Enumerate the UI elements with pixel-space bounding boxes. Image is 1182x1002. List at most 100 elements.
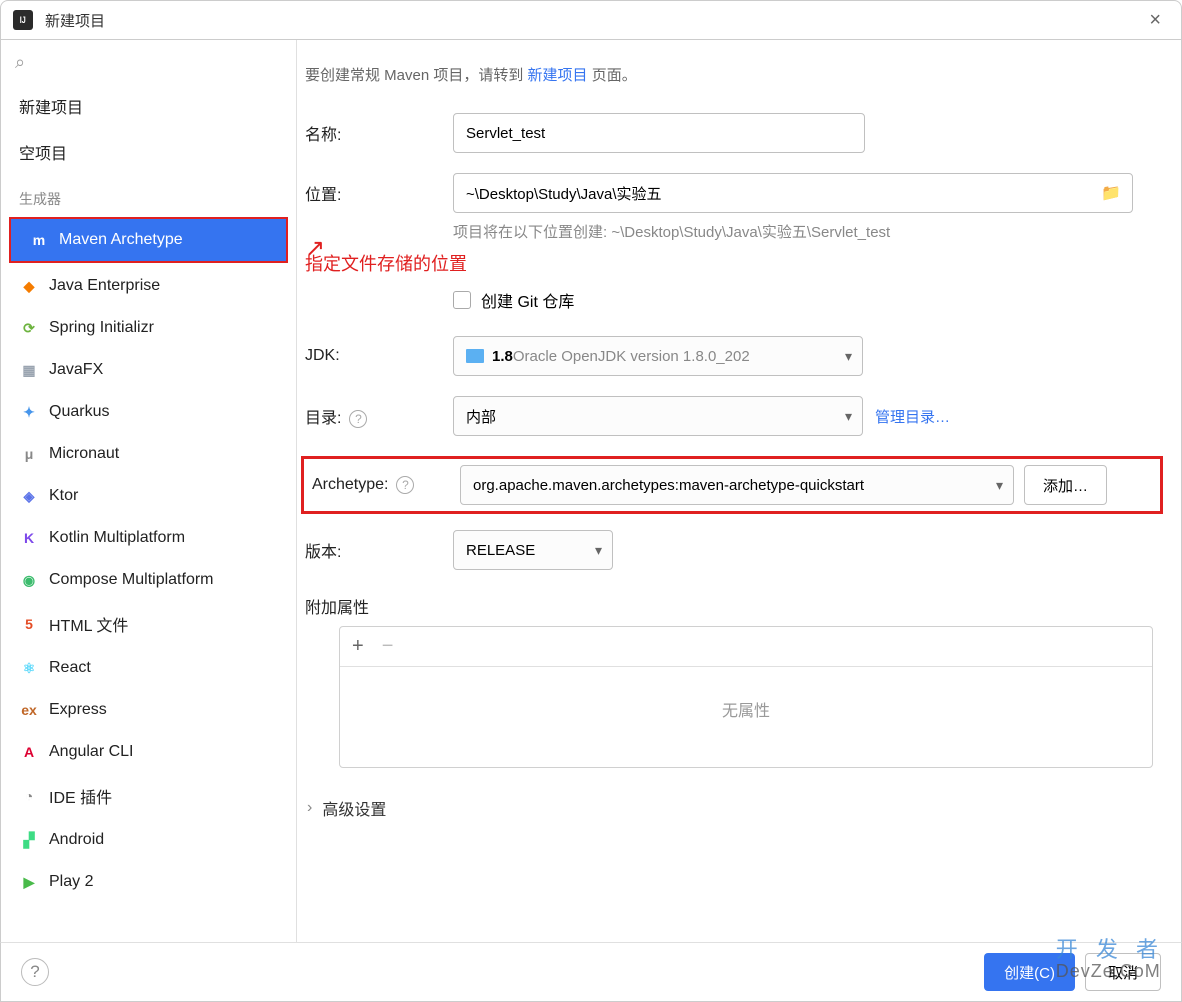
express-icon: ex — [19, 700, 39, 720]
location-hint: 项目将在以下位置创建: ~\Desktop\Study\Java\实验五\Ser… — [453, 221, 1167, 242]
sidebar-generator-compose-multiplatform[interactable]: ◉ Compose Multiplatform — [1, 559, 296, 601]
jdk-version: 1.8 — [492, 348, 513, 365]
label-version: 版本: — [305, 538, 453, 562]
cancel-button[interactable]: 取消 — [1085, 953, 1161, 991]
micronaut-icon: μ — [19, 444, 39, 464]
generator-label: Android — [49, 831, 104, 849]
manage-catalog-link[interactable]: 管理目录… — [875, 406, 950, 427]
sidebar-generator-react[interactable]: ⚛ React — [1, 647, 296, 689]
section-attrs: 附加属性 — [305, 594, 1167, 618]
sidebar-generator-javafx[interactable]: ▦ JavaFX — [1, 349, 296, 391]
compose-multiplatform-icon: ◉ — [19, 570, 39, 590]
ktor-icon: ◈ — [19, 486, 39, 506]
generator-label: HTML 文件 — [49, 612, 128, 636]
sidebar-generator-ide-插件[interactable]: ◔ IDE 插件 — [1, 773, 296, 819]
version-dropdown[interactable]: RELEASE — [453, 530, 613, 570]
sidebar: ⌕ 新建项目 空项目 生成器 mMaven Archetype◆Java Ent… — [1, 40, 297, 960]
annotation-location: ↗ 指定文件存储的位置 — [305, 250, 1167, 276]
generator-label: Spring Initializr — [49, 319, 154, 337]
catalog-dropdown[interactable]: 内部 — [453, 396, 863, 436]
generator-label: Ktor — [49, 487, 78, 505]
window-title: 新建项目 — [45, 10, 105, 31]
search-icon: ⌕ — [15, 52, 25, 72]
annotation-text: 指定文件存储的位置 — [305, 254, 467, 274]
sidebar-generator-express[interactable]: ex Express — [1, 689, 296, 731]
add-attr-icon[interactable]: + — [352, 635, 364, 658]
remove-attr-icon[interactable]: − — [382, 635, 394, 658]
create-button[interactable]: 创建(C) — [984, 953, 1075, 991]
main-panel: 要创建常规 Maven 项目，请转到 新建项目 页面。 名称: 位置: 📁 项目… — [297, 40, 1181, 960]
generator-label: Express — [49, 701, 107, 719]
intro-text: 要创建常规 Maven 项目，请转到 新建项目 页面。 — [305, 64, 1167, 85]
sidebar-empty-project[interactable]: 空项目 — [1, 129, 296, 175]
archetype-dropdown[interactable]: org.apache.maven.archetypes:maven-archet… — [460, 465, 1014, 505]
generator-label: JavaFX — [49, 361, 103, 379]
java-enterprise-icon: ◆ — [19, 276, 39, 296]
archetype-highlight: Archetype:? org.apache.maven.archetypes:… — [301, 456, 1163, 514]
label-jdk: JDK: — [305, 347, 453, 365]
kotlin-multiplatform-icon: K — [19, 528, 39, 548]
play-2-icon: ▶ — [19, 872, 39, 892]
git-checkbox[interactable] — [453, 291, 471, 309]
location-input[interactable] — [453, 173, 1133, 213]
jdk-folder-icon — [466, 349, 484, 363]
label-archetype: Archetype:? — [312, 476, 460, 494]
label-name: 名称: — [305, 121, 453, 145]
name-input[interactable] — [453, 113, 865, 153]
sidebar-generator-spring-initializr[interactable]: ⟳ Spring Initializr — [1, 307, 296, 349]
add-archetype-button[interactable]: 添加… — [1024, 465, 1107, 505]
chevron-right-icon: › — [307, 799, 312, 817]
folder-icon[interactable]: 📁 — [1101, 183, 1121, 203]
generator-label: Compose Multiplatform — [49, 571, 214, 589]
close-icon[interactable]: × — [1141, 9, 1169, 32]
footer: ? 创建(C) 取消 — [0, 942, 1182, 1002]
sidebar-generator-play-2[interactable]: ▶ Play 2 — [1, 861, 296, 903]
sidebar-generator-java-enterprise[interactable]: ◆ Java Enterprise — [1, 265, 296, 307]
label-catalog: 目录:? — [305, 404, 453, 428]
label-location: 位置: — [305, 181, 453, 205]
generator-label: Kotlin Multiplatform — [49, 529, 185, 547]
attrs-box: + − 无属性 — [339, 626, 1153, 768]
spring-initializr-icon: ⟳ — [19, 318, 39, 338]
html-文件-icon: 5 — [19, 614, 39, 634]
search-row[interactable]: ⌕ — [1, 40, 296, 83]
attrs-empty: 无属性 — [340, 667, 1152, 767]
ide-插件-icon: ◔ — [19, 786, 39, 806]
advanced-settings[interactable]: › 高级设置 — [307, 796, 1167, 820]
sidebar-generator-ktor[interactable]: ◈ Ktor — [1, 475, 296, 517]
sidebar-generator-angular-cli[interactable]: AAngular CLI — [1, 731, 296, 773]
generator-label: Micronaut — [49, 445, 119, 463]
generator-label: Java Enterprise — [49, 277, 160, 295]
intro-link[interactable]: 新建项目 — [528, 67, 588, 84]
advanced-label: 高级设置 — [322, 796, 386, 820]
maven-archetype-icon: m — [29, 230, 49, 250]
sidebar-generator-kotlin-multiplatform[interactable]: K Kotlin Multiplatform — [1, 517, 296, 559]
generator-label: Play 2 — [49, 873, 93, 891]
generator-label: Angular CLI — [49, 743, 134, 761]
help-button[interactable]: ? — [21, 958, 49, 986]
sidebar-generator-quarkus[interactable]: ✦ Quarkus — [1, 391, 296, 433]
jdk-dropdown[interactable]: 1.8 Oracle OpenJDK version 1.8.0_202 — [453, 336, 863, 376]
generator-label: Maven Archetype — [59, 231, 183, 249]
javafx-icon: ▦ — [19, 360, 39, 380]
android-icon: ▞ — [19, 830, 39, 850]
titlebar: 新建项目 × — [0, 0, 1182, 40]
intro-prefix: 要创建常规 Maven 项目，请转到 — [305, 67, 528, 84]
annotation-arrow-icon: ↗ — [305, 234, 325, 263]
quarkus-icon: ✦ — [19, 402, 39, 422]
generator-label: React — [49, 659, 91, 677]
sidebar-generator-android[interactable]: ▞ Android — [1, 819, 296, 861]
help-icon[interactable]: ? — [349, 410, 367, 428]
sidebar-new-project[interactable]: 新建项目 — [1, 83, 296, 129]
help-icon[interactable]: ? — [396, 476, 414, 494]
jdk-detail: Oracle OpenJDK version 1.8.0_202 — [513, 348, 750, 365]
sidebar-generator-micronaut[interactable]: μ Micronaut — [1, 433, 296, 475]
app-icon — [13, 10, 33, 30]
sidebar-generator-html-文件[interactable]: 5 HTML 文件 — [1, 601, 296, 647]
generator-label: Quarkus — [49, 403, 109, 421]
generator-label: IDE 插件 — [49, 784, 112, 808]
sidebar-generator-maven-archetype[interactable]: m Maven Archetype — [11, 219, 286, 261]
intro-suffix: 页面。 — [588, 67, 637, 84]
dialog-body: ⌕ 新建项目 空项目 生成器 mMaven Archetype◆Java Ent… — [0, 40, 1182, 960]
react-icon: ⚛ — [19, 658, 39, 678]
